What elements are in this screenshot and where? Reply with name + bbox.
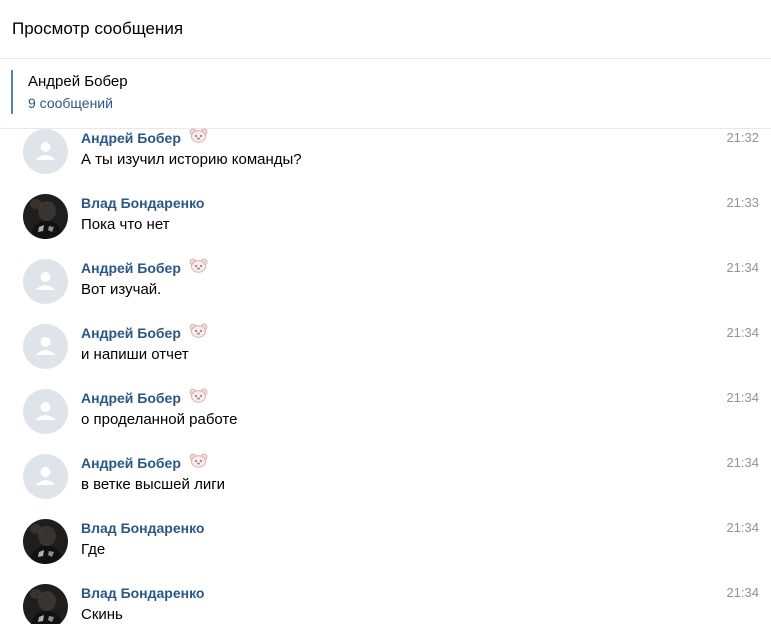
message-time[interactable]: 21:34 (726, 519, 759, 537)
default-avatar-icon[interactable] (23, 129, 68, 174)
message-text: Вот изучай. (81, 281, 162, 298)
bear-sticker-icon (189, 453, 208, 472)
message-author[interactable]: Влад Бондаренко (81, 584, 204, 602)
user-photo[interactable] (23, 584, 68, 624)
message-time[interactable]: 21:33 (726, 194, 759, 212)
author-name[interactable]: Андрей Бобер (81, 130, 181, 146)
message-author[interactable]: Влад Бондаренко (81, 519, 204, 537)
message-author[interactable]: Андрей Бобер (81, 128, 208, 147)
message-author[interactable]: Андрей Бобер (81, 323, 208, 342)
message-item: Андрей Бобер Вот изучай. 21:34 (0, 258, 771, 324)
message-time[interactable]: 21:34 (726, 454, 759, 472)
default-avatar-icon[interactable] (23, 454, 68, 499)
bear-sticker-icon (189, 388, 208, 407)
message-item: Влад Бондаренко Пока что нет 21:33 (0, 194, 771, 259)
author-name[interactable]: Влад Бондаренко (81, 585, 204, 601)
message-text: в ветке высшей лиги (81, 476, 226, 493)
message-time[interactable]: 21:34 (726, 324, 759, 342)
message-count[interactable]: 9 сообщений (28, 92, 771, 114)
message-text: Пока что нет (81, 216, 170, 233)
default-avatar-icon[interactable] (23, 259, 68, 304)
default-avatar-icon[interactable] (23, 324, 68, 369)
author-name[interactable]: Андрей Бобер (81, 390, 181, 406)
message-item: Андрей Бобер о проделанной работе 21:34 (0, 388, 771, 454)
accent-bar (11, 70, 13, 114)
author-name[interactable]: Андрей Бобер (81, 325, 181, 341)
page-title: Просмотр сообщения (12, 19, 184, 38)
message-time[interactable]: 21:34 (726, 389, 759, 407)
user-photo[interactable] (23, 194, 68, 239)
bear-sticker-icon (189, 258, 208, 277)
message-item: Андрей Бобер в ветке высшей лиги 21:34 (0, 453, 771, 519)
message-text: Скинь (81, 606, 123, 623)
conversation-header[interactable]: Андрей Бобер 9 сообщений (0, 59, 771, 129)
author-name[interactable]: Андрей Бобер (81, 455, 181, 471)
message-text: А ты изучил историю команды? (81, 151, 302, 168)
author-name[interactable]: Андрей Бобер (81, 260, 181, 276)
message-time[interactable]: 21:34 (726, 584, 759, 602)
bear-sticker-icon (189, 128, 208, 147)
message-author[interactable]: Андрей Бобер (81, 453, 208, 472)
author-name[interactable]: Влад Бондаренко (81, 195, 204, 211)
message-time[interactable]: 21:34 (726, 259, 759, 277)
message-author[interactable]: Андрей Бобер (81, 258, 208, 277)
message-item: Влад Бондаренко Где 21:34 (0, 519, 771, 584)
message-text: о проделанной работе (81, 411, 238, 428)
message-item: Влад Бондаренко Скинь 21:34 (0, 584, 771, 624)
message-view-page: Просмотр сообщения Андрей Бобер 9 сообще… (0, 0, 771, 624)
message-time[interactable]: 21:32 (726, 129, 759, 147)
default-avatar-icon[interactable] (23, 389, 68, 434)
message-text: Где (81, 541, 106, 558)
conversation-name: Андрей Бобер (28, 73, 128, 90)
title-bar: Просмотр сообщения (0, 0, 771, 59)
bear-sticker-icon (189, 323, 208, 342)
message-author[interactable]: Андрей Бобер (81, 388, 208, 407)
message-item: Андрей Бобер и напиши отчет 21:34 (0, 323, 771, 389)
message-text: и напиши отчет (81, 346, 189, 363)
message-author[interactable]: Влад Бондаренко (81, 194, 204, 212)
author-name[interactable]: Влад Бондаренко (81, 520, 204, 536)
user-photo[interactable] (23, 519, 68, 564)
message-item: Андрей Бобер А ты изучил историю команды… (0, 128, 771, 194)
